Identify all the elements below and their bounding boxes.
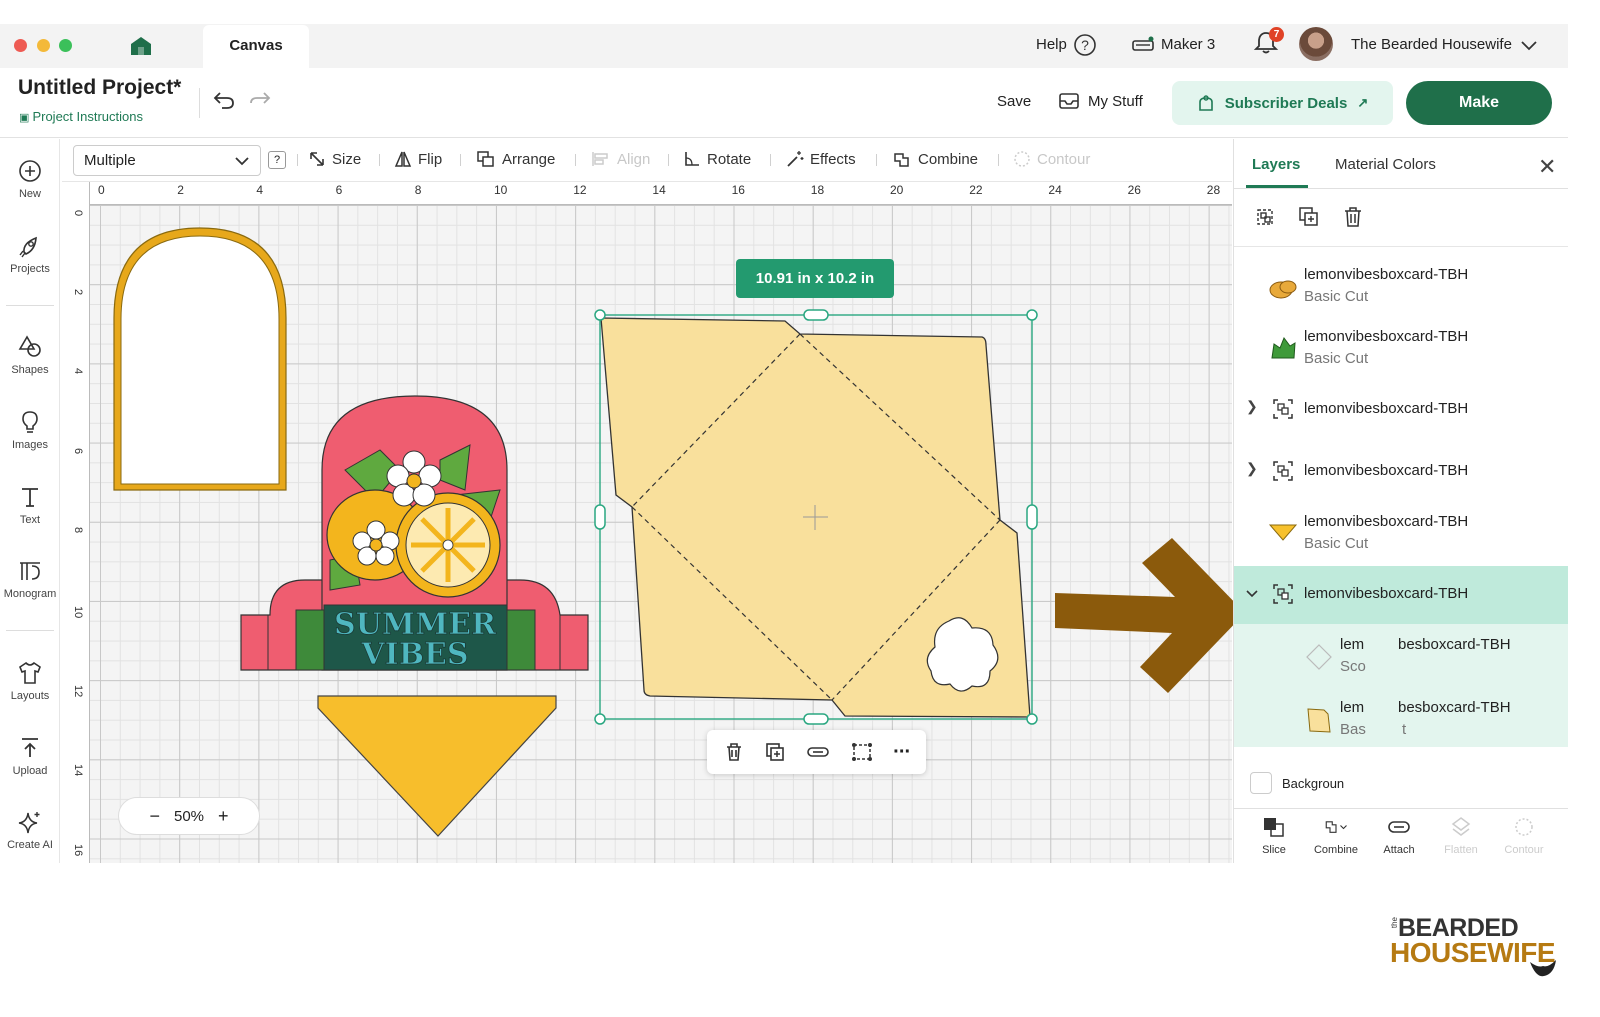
object-quick-toolbar: ···: [707, 730, 926, 774]
annotation-arrow-right: [1055, 538, 1245, 693]
layer-name-start: lem: [1340, 636, 1365, 653]
trash-icon[interactable]: [723, 741, 745, 763]
flatten-label: Flatten: [1444, 844, 1478, 856]
layer-group-row-expanded[interactable]: lemonvibesboxcard-TBH: [1234, 583, 1568, 611]
group-icon: [1273, 399, 1293, 419]
layer-row[interactable]: lemonvibesboxcard-TBH Basic Cut: [1234, 326, 1568, 376]
resize-handle-tr: [1026, 309, 1038, 321]
layer-name-start: lem: [1340, 699, 1365, 716]
combine-panel-button[interactable]: Combine: [1306, 816, 1366, 856]
yellow-triangle-shape[interactable]: [317, 695, 557, 837]
layer-operation: Basic Cut: [1304, 350, 1369, 367]
layer-operation-end: t: [1402, 721, 1407, 738]
background-toggle[interactable]: Backgroun: [1250, 772, 1344, 794]
layer-swatch-leaves-icon: [1271, 336, 1296, 359]
layer-operation: Basic Cut: [1304, 288, 1369, 305]
layer-operation: Sco: [1340, 658, 1366, 675]
layer-group-row[interactable]: ❯ lemonvibesboxcard-TBH: [1234, 398, 1568, 426]
cricut-design-space-window: Canvas Help ? Maker 3 7 The Bearded Hous…: [0, 0, 1600, 1017]
envelope-shape[interactable]: [600, 317, 1031, 718]
slice-icon: [1264, 818, 1284, 837]
layer-name: lemonvibesboxcard-TBH: [1304, 585, 1469, 602]
zoom-control: − 50% +: [118, 797, 260, 835]
attach-label: Attach: [1383, 844, 1415, 856]
layer-name: lemonvibesboxcard-TBH: [1304, 400, 1469, 417]
attach-icon[interactable]: [806, 741, 830, 763]
group-icon: [1273, 461, 1293, 481]
duplicate-layer-icon[interactable]: [1298, 206, 1320, 228]
summer-vibes-sign-shape[interactable]: SUMMER VIBES: [240, 395, 589, 672]
panel-divider: [1234, 188, 1568, 189]
group-icon[interactable]: [850, 741, 874, 763]
delete-layer-icon[interactable]: [1342, 206, 1364, 228]
duplicate-icon[interactable]: [764, 741, 786, 763]
flatten-button[interactable]: Flatten: [1431, 816, 1491, 856]
panel-divider: [1234, 246, 1568, 247]
contour-panel-button[interactable]: Contour: [1494, 816, 1554, 856]
layer-row[interactable]: lemonvibesboxcard-TBH Basic Cut: [1234, 264, 1568, 314]
layers-panel: [1233, 139, 1568, 863]
child-layer-row[interactable]: lem besboxcard-TBH Sco: [1234, 634, 1568, 684]
layer-name-end: besboxcard-TBH: [1398, 699, 1511, 716]
resize-handle-bottom: [803, 713, 829, 725]
layer-name: lemonvibesboxcard-TBH: [1304, 328, 1469, 345]
resize-handle-top: [803, 309, 829, 321]
slice-button[interactable]: Slice: [1244, 816, 1304, 856]
layer-operation: Basic Cut: [1304, 535, 1369, 552]
layer-name-end: besboxcard-TBH: [1398, 636, 1511, 653]
combine-icon: [1325, 821, 1347, 833]
combine-panel-label: Combine: [1313, 844, 1359, 856]
flatten-icon: [1451, 817, 1471, 836]
background-label: Backgroun: [1282, 775, 1345, 791]
more-options-icon[interactable]: ···: [893, 741, 911, 764]
contour-icon: [1515, 818, 1533, 836]
layer-name: lemonvibesboxcard-TBH: [1304, 266, 1469, 283]
sign-text-vibes: VIBES: [360, 637, 468, 672]
layer-swatch-triangle-icon: [1268, 524, 1298, 541]
tab-layers[interactable]: Layers: [1252, 156, 1300, 173]
background-checkbox[interactable]: [1250, 772, 1272, 794]
beard-mark-icon: [1530, 960, 1556, 977]
chevron-down-icon[interactable]: [1244, 587, 1260, 601]
arch-frame-shape[interactable]: [113, 227, 287, 491]
layer-group-row[interactable]: ❯ lemonvibesboxcard-TBH: [1234, 460, 1568, 488]
chevron-right-icon[interactable]: ❯: [1246, 398, 1258, 415]
layer-operation-start: Bas: [1340, 721, 1366, 738]
tab-material-colors[interactable]: Material Colors: [1335, 156, 1436, 173]
zoom-in-button[interactable]: +: [218, 806, 229, 827]
slice-label: Slice: [1262, 844, 1286, 856]
group-layers-icon[interactable]: [1254, 206, 1276, 228]
layer-row[interactable]: lemonvibesboxcard-TBH Basic Cut: [1234, 511, 1568, 561]
dimension-badge: 10.91 in x 10.2 in: [736, 259, 894, 298]
zoom-out-button[interactable]: −: [149, 806, 160, 827]
score-line-icon: [1306, 644, 1332, 670]
layer-swatch-lemon-icon: [1269, 280, 1297, 299]
resize-handle-br: [1026, 713, 1038, 725]
resize-handle-tl: [594, 309, 606, 321]
layer-name: lemonvibesboxcard-TBH: [1304, 462, 1469, 479]
child-layer-row[interactable]: lem besboxcard-TBH Bas t: [1234, 697, 1568, 747]
group-icon: [1273, 584, 1293, 604]
attach-button[interactable]: Attach: [1369, 816, 1429, 856]
resize-handle-right: [1026, 504, 1038, 530]
zoom-level: 50%: [173, 807, 205, 825]
resize-handle-bl: [594, 713, 606, 725]
envelope-swatch-icon: [1307, 708, 1331, 733]
layer-name: lemonvibesboxcard-TBH: [1304, 513, 1469, 530]
contour-panel-label: Contour: [1504, 844, 1544, 856]
attach-icon: [1388, 821, 1410, 833]
resize-handle-left: [594, 504, 606, 530]
chevron-right-icon[interactable]: ❯: [1246, 460, 1258, 477]
close-panel-icon[interactable]: ✕: [1538, 154, 1556, 180]
